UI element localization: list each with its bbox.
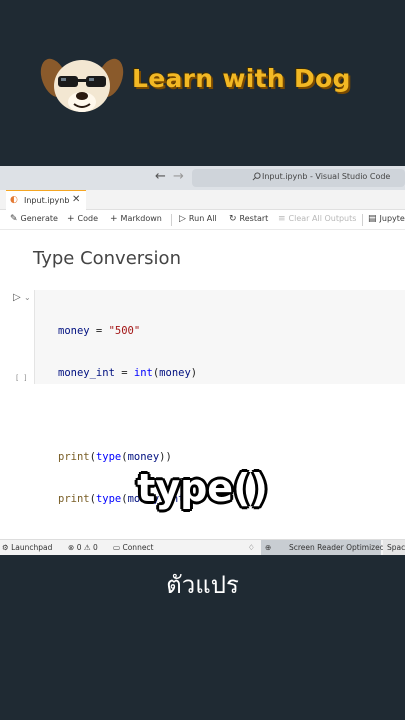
connect-item[interactable]: ▭ Connect <box>113 543 154 552</box>
toolbar-divider <box>362 214 363 226</box>
screen-reader-label: Screen Reader Optimized <box>289 543 385 552</box>
launchpad-label: Launchpad <box>11 543 53 552</box>
code-label: Code <box>77 214 99 223</box>
command-center[interactable]: Input.ipynb - Visual Studio Code <box>192 169 405 187</box>
back-arrow-icon[interactable]: ← <box>155 169 166 184</box>
forward-arrow-icon[interactable]: → <box>173 169 184 184</box>
notebook-file-icon: ◐ <box>10 195 18 205</box>
clear-icon: ≡ <box>278 214 286 224</box>
jupyter-label: Jupyte <box>379 214 405 223</box>
problems-item[interactable]: ⊗ 0 ⚠ 0 <box>68 543 98 552</box>
code-cell[interactable]: money = "500" money_int = int(money) pri… <box>34 290 405 505</box>
plus-icon: + <box>110 214 118 224</box>
screen-reader-item[interactable]: ⊕ Screen Reader Optimized <box>261 540 385 555</box>
markdown-label: Markdown <box>120 214 162 223</box>
brand-title: Learn with Dog <box>132 64 351 93</box>
warning-count: 0 <box>92 543 98 552</box>
copilot-icon[interactable]: ♢ <box>248 543 255 552</box>
code-line: money_int = int(money) <box>58 367 198 379</box>
spaces-item[interactable]: Spac <box>383 540 405 555</box>
tab-label: Input.ipynb <box>24 196 70 205</box>
window-title: Input.ipynb - Visual Studio Code <box>262 172 391 181</box>
variables-icon: ▤ <box>368 214 377 224</box>
overlay-code-text: type() <box>137 466 268 510</box>
search-icon <box>252 172 261 181</box>
run-cell-icon[interactable]: ▷ <box>13 292 21 303</box>
chevron-down-icon[interactable]: ⌄ <box>24 293 31 302</box>
run-all-label: Run All <box>188 214 217 223</box>
tab-bar: ◐ Input.ipynb ✕ <box>0 190 405 210</box>
status-bar: ⚙ Launchpad ⊗ 0 ⚠ 0 ▭ Connect ♢ ⊕ Screen… <box>0 539 405 555</box>
jupyter-variables-button[interactable]: ▤ Jupyte <box>368 214 405 226</box>
add-markdown-button[interactable]: + Markdown <box>110 214 162 226</box>
add-code-button[interactable]: + Code <box>67 214 98 226</box>
markdown-heading: Type Conversion <box>33 248 181 269</box>
clear-all-outputs-button[interactable]: ≡ Clear All Outputs <box>278 214 356 226</box>
launchpad-item[interactable]: ⚙ Launchpad <box>2 543 52 552</box>
restart-button[interactable]: ↻ Restart <box>229 214 268 226</box>
close-icon[interactable]: ✕ <box>72 194 80 205</box>
clear-all-outputs-label: Clear All Outputs <box>288 214 357 223</box>
dog-logo-icon <box>40 58 124 112</box>
restart-icon: ↻ <box>229 214 237 224</box>
spaces-label: Spac <box>387 543 405 552</box>
warning-icon: ⚠ <box>83 543 91 552</box>
generate-button[interactable]: ✎ Generate <box>10 214 58 226</box>
run-all-icon: ▷ <box>179 214 186 224</box>
notebook-toolbar: ✎ Generate + Code + Markdown ▷ Run All ↻ Rest… <box>0 210 405 230</box>
title-bar: ← → Input.ipynb - Visual Studio Code <box>0 166 405 190</box>
code-line: print(type(money)) <box>58 451 172 463</box>
brand-banner: Learn with Dog <box>40 48 370 118</box>
generate-label: Generate <box>20 214 58 223</box>
caption-text: ตัวแปร <box>166 571 239 599</box>
code-line: money = "500" <box>58 325 141 337</box>
error-count: 0 <box>76 543 82 552</box>
run-all-button[interactable]: ▷ Run All <box>179 214 217 226</box>
sparkle-icon: ✎ <box>10 214 18 224</box>
restart-label: Restart <box>239 214 269 223</box>
plus-icon: + <box>67 214 75 224</box>
plug-icon: ▭ <box>113 543 121 552</box>
connect-label: Connect <box>122 543 154 552</box>
toolbar-divider <box>171 214 172 226</box>
execution-count: [ ] <box>15 374 28 382</box>
error-icon: ⊗ <box>68 543 75 552</box>
zoom-icon: ⊕ <box>265 543 272 552</box>
tab-input-ipynb[interactable]: ◐ Input.ipynb ✕ <box>6 190 86 210</box>
